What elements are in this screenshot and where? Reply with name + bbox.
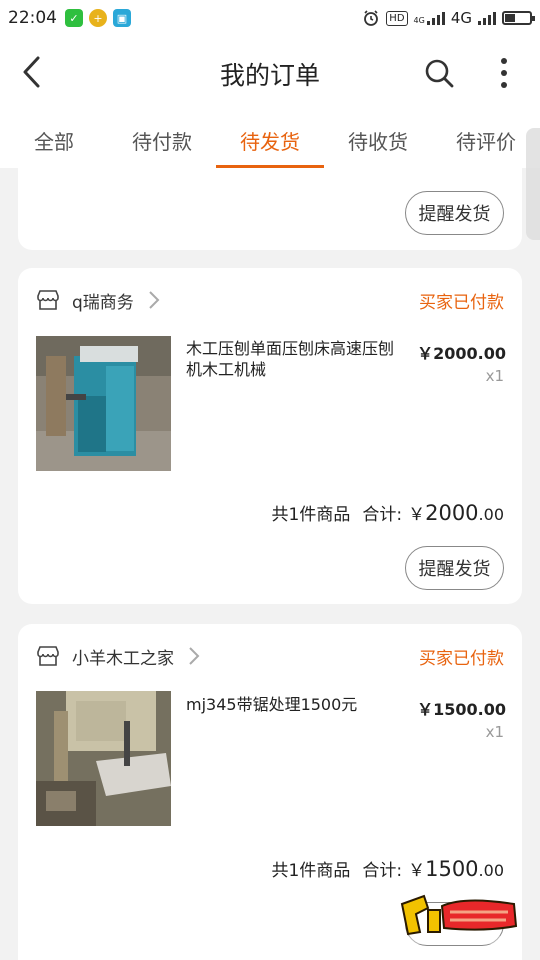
watermark-logo <box>398 894 520 944</box>
wechat-icon: ✓ <box>65 9 83 27</box>
currency-symbol: ￥ <box>408 505 426 525</box>
total-decimal: .00 <box>478 861 504 880</box>
page-title: 我的订单 <box>219 61 320 90</box>
product-image[interactable] <box>36 691 171 826</box>
product-quantity: x1 <box>485 723 504 741</box>
order-card: q瑞商务 买家已付款 木工压刨单面压刨床高速压刨机木工机械 ￥2000.00 x… <box>18 268 522 604</box>
order-total: 共1件商品 合计: ￥1500.00 <box>272 856 504 881</box>
tab-pending-shipment[interactable]: 待发货 <box>216 110 324 168</box>
tab-pending-receipt[interactable]: 待收货 <box>324 110 432 168</box>
item-count: 共1件商品 <box>271 861 351 881</box>
shop-name[interactable]: 小羊木工之家 <box>72 644 174 669</box>
order-status: 买家已付款 <box>419 292 504 313</box>
total-label: 合计: <box>362 505 403 525</box>
signal-small: 4G <box>414 11 445 25</box>
shop-icon <box>37 290 59 310</box>
total-integer: 1500 <box>425 857 479 881</box>
order-total: 共1件商品 合计: ￥2000.00 <box>272 500 504 525</box>
shop-row[interactable]: 小羊木工之家 买家已付款 <box>36 642 504 670</box>
scroll-edge-handle <box>526 128 540 240</box>
remind-shipment-button[interactable]: 提醒发货 <box>405 191 504 235</box>
scan-app-icon: ▣ <box>113 9 131 27</box>
total-integer: 2000 <box>425 501 479 525</box>
product-image[interactable] <box>36 336 171 471</box>
total-decimal: .00 <box>478 505 504 524</box>
network-label: 4G <box>450 9 472 27</box>
shop-row[interactable]: q瑞商务 买家已付款 <box>36 286 504 314</box>
remind-shipment-button[interactable]: 提醒发货 <box>405 546 504 590</box>
tab-all[interactable]: 全部 <box>0 110 108 168</box>
shop-icon <box>37 646 59 666</box>
plus-app-icon: + <box>89 9 107 27</box>
currency-symbol: ￥ <box>408 861 426 881</box>
alarm-icon <box>364 10 379 26</box>
shop-name[interactable]: q瑞商务 <box>72 288 134 313</box>
signal-icon <box>478 11 496 25</box>
order-tabs: 全部 待付款 待发货 待收货 待评价 <box>0 110 540 168</box>
order-status: 买家已付款 <box>419 648 504 669</box>
chevron-right-icon <box>189 647 200 665</box>
total-amount: ￥2000.00 <box>408 500 504 525</box>
product-title[interactable]: mj345带锯处理1500元 <box>186 694 406 715</box>
search-icon[interactable] <box>422 56 456 90</box>
product-title[interactable]: 木工压刨单面压刨床高速压刨机木工机械 <box>186 338 396 380</box>
order-card: 提醒发货 <box>18 168 522 250</box>
app-header: 我的订单 <box>0 36 540 110</box>
network-small-label: 4G <box>413 16 425 25</box>
more-icon[interactable] <box>494 56 514 90</box>
total-label: 合计: <box>362 861 403 881</box>
total-amount: ￥1500.00 <box>408 856 504 881</box>
hd-badge: HD <box>386 10 408 26</box>
battery-icon <box>502 11 535 25</box>
product-price: ￥2000.00 <box>417 344 506 363</box>
tab-pending-payment[interactable]: 待付款 <box>108 110 216 168</box>
status-bar: 22:04 ✓ + ▣ HD 4G 4G <box>0 0 540 36</box>
chevron-right-icon <box>149 291 160 309</box>
product-quantity: x1 <box>485 367 504 385</box>
tab-pending-review[interactable]: 待评价 <box>432 110 540 168</box>
item-count: 共1件商品 <box>271 505 351 525</box>
status-time: 22:04 <box>8 8 57 28</box>
product-price: ￥1500.00 <box>417 700 506 719</box>
